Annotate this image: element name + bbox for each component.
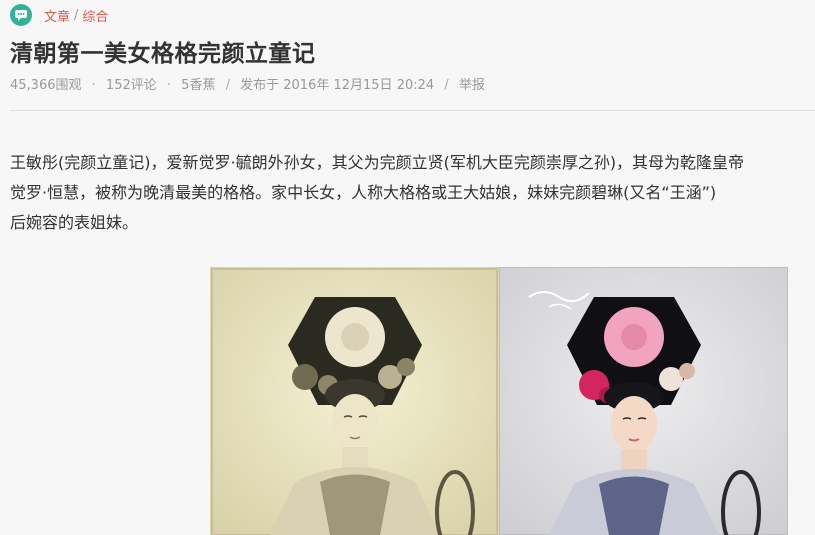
header-divider [10, 110, 815, 111]
meta-dot: · [91, 78, 96, 93]
original-portrait-photo [210, 267, 499, 535]
comment-count[interactable]: 152评论 [106, 74, 157, 93]
article-image [210, 267, 788, 535]
report-link[interactable]: 举报 [459, 74, 485, 93]
article-page: 文章 / 综合 清朝第一美女格格完颜立童记 45,366围观 · 152评论 ·… [0, 0, 815, 535]
breadcrumb-category-link[interactable]: 综合 [82, 6, 108, 25]
paragraph-line: 觉罗·恒慧，被称为晚清最美的格格。家中长女，人称大格格或王大姑娘，妹妹完颜碧琳(… [10, 183, 717, 202]
breadcrumb-separator: / [74, 7, 79, 23]
paragraph-line: 王敏彤(完颜立童记)，爱新觉罗·毓朗外孙女，其父为完颜立贤(军机大臣完颜崇厚之孙… [10, 153, 745, 172]
breadcrumb: 文章 / 综合 [10, 4, 108, 26]
colorized-portrait-photo [499, 267, 788, 535]
view-count: 45,366围观 [10, 78, 82, 93]
chat-bubble-icon[interactable] [10, 4, 32, 26]
meta-slash: / [444, 78, 449, 93]
article-meta: 45,366围观 · 152评论 · 5香蕉 / 发布于 2016年 12月15… [10, 74, 485, 93]
paragraph-line: 后婉容的表姐妹。 [10, 213, 139, 232]
breadcrumb-section-link[interactable]: 文章 [44, 6, 70, 25]
article-paragraph: 王敏彤(完颜立童记)，爱新觉罗·毓朗外孙女，其父为完颜立贤(军机大臣完颜崇厚之孙… [10, 148, 815, 238]
meta-slash: / [225, 78, 230, 93]
article-title: 清朝第一美女格格完颜立童记 [10, 41, 316, 67]
banana-count: 5香蕉 [181, 78, 216, 93]
meta-dot: · [166, 78, 172, 93]
publish-time: 发布于 2016年 12月15日 20:24 [240, 78, 435, 93]
